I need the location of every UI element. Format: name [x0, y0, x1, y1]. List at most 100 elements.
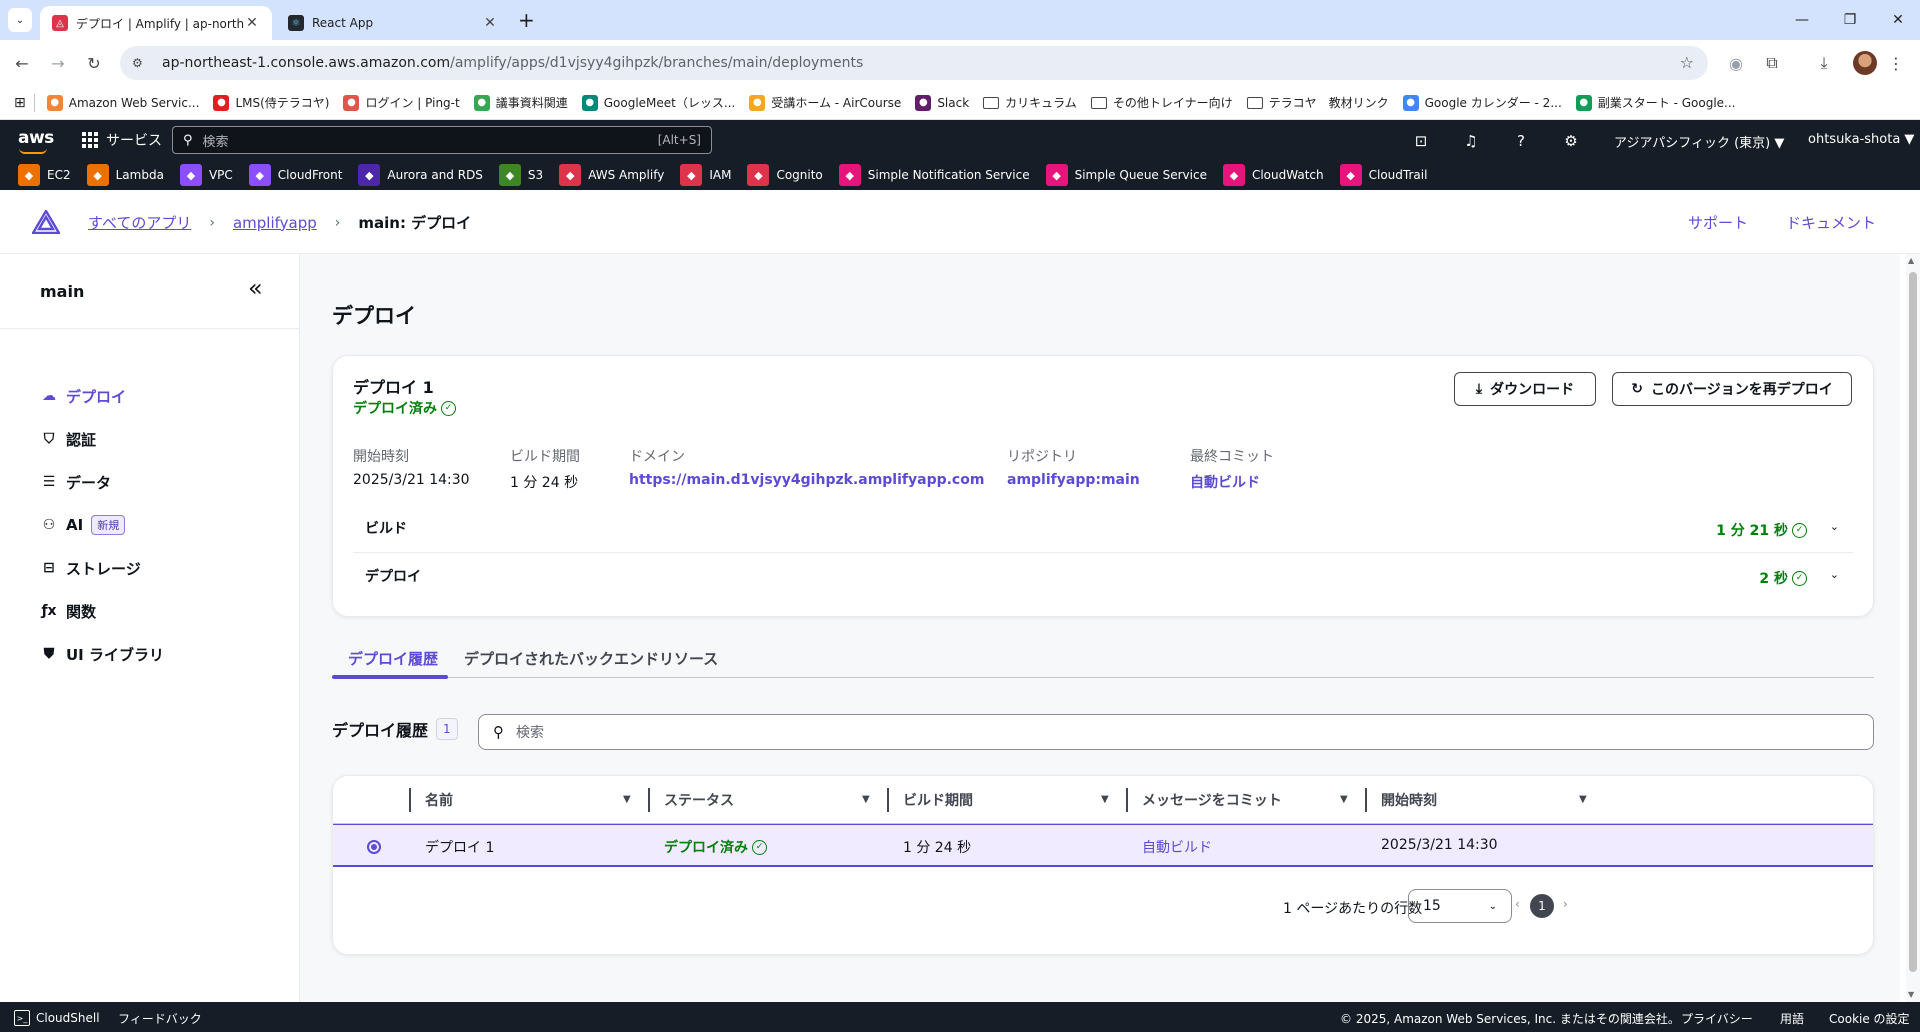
terms-link[interactable]: 用語	[1780, 1010, 1804, 1027]
sort-icon[interactable]: ▼	[1579, 794, 1587, 805]
bookmark-folder[interactable]: テラコヤ 教材リンク	[1246, 94, 1389, 111]
tab-deployment-history[interactable]: デプロイ履歴	[348, 648, 438, 669]
cloudshell-button[interactable]: >_ CloudShell	[14, 1010, 100, 1026]
favorite-service-cloudtrail[interactable]: ◆ CloudTrail	[1339, 164, 1427, 186]
close-tab-icon[interactable]: ✕	[244, 15, 260, 31]
download-button[interactable]: ⤓ ダウンロード	[1454, 372, 1596, 406]
column-header-name[interactable]: 名前	[425, 790, 453, 810]
support-link[interactable]: サポート	[1688, 212, 1748, 233]
row-select-radio[interactable]	[367, 840, 381, 854]
apps-grid-icon[interactable]: ⊞	[14, 95, 26, 111]
cell-commit-link[interactable]: 自動ビルド	[1142, 837, 1212, 857]
favorite-service-cloudfront[interactable]: ◆ CloudFront	[248, 164, 342, 186]
breadcrumb-all-apps[interactable]: すべてのアプリ	[88, 212, 191, 233]
profile-avatar[interactable]	[1853, 51, 1877, 75]
sort-icon[interactable]: ▼	[623, 794, 631, 805]
column-header-build-duration[interactable]: ビルド期間	[903, 790, 973, 810]
notifications-bell-icon[interactable]: ♫	[1460, 130, 1482, 152]
bookmark-folder[interactable]: その他トレイナー向け	[1090, 94, 1233, 111]
account-menu[interactable]: ohtsuka-shota ▼	[1808, 132, 1914, 147]
help-icon[interactable]: ?	[1510, 130, 1532, 152]
aws-search-input[interactable]: ⚲ 検索 [Alt+S]	[172, 126, 712, 154]
address-bar[interactable]: ⚙ ap-northeast-1.console.aws.amazon.com /…	[120, 46, 1708, 80]
close-window-button[interactable]: ✕	[1876, 0, 1920, 40]
redeploy-button[interactable]: ↻ このバージョンを再デプロイ	[1612, 372, 1852, 406]
favorite-service-cloudwatch[interactable]: ◆ CloudWatch	[1222, 164, 1324, 186]
field-value-link[interactable]: amplifyapp:main	[1007, 472, 1140, 488]
feedback-link[interactable]: フィードバック	[118, 1010, 202, 1027]
bookmark-item[interactable]: ● ログイン | Ping-t	[343, 94, 460, 111]
camera-icon[interactable]: ◉	[1724, 51, 1748, 75]
favorite-service-iam[interactable]: ◆ IAM	[680, 164, 731, 186]
build-step-row[interactable]: ビルド 1 分 21 秒 ✓ ⌄	[353, 506, 1853, 553]
bookmark-item[interactable]: ● 受講ホーム - AirCourse	[749, 94, 901, 111]
browser-tab-amplify[interactable]: ◬ デプロイ | Amplify | ap-northeast-1 ✕	[40, 6, 272, 40]
bookmark-item[interactable]: ● GoogleMeet（レッス...	[581, 94, 735, 111]
column-header-start-time[interactable]: 開始時刻	[1381, 790, 1437, 810]
region-selector[interactable]: アジアパシフィック (東京) ▼	[1614, 132, 1784, 151]
deploy-step-row[interactable]: デプロイ 2 秒 ✓ ⌄	[353, 554, 1853, 601]
extensions-icon[interactable]: ⧉	[1760, 51, 1784, 75]
favorite-service-ec2[interactable]: ◆ EC2	[18, 164, 71, 186]
new-tab-button[interactable]: +	[518, 8, 535, 32]
bookmark-item[interactable]: ● Google カレンダー - 2...	[1402, 94, 1562, 111]
next-page-icon[interactable]: ›	[1563, 897, 1568, 911]
field-value-link[interactable]: 自動ビルド	[1190, 472, 1274, 492]
breadcrumb-app[interactable]: amplifyapp	[233, 214, 317, 232]
tab-backend-resources[interactable]: デプロイされたバックエンドリソース	[464, 648, 718, 669]
rows-per-page-select[interactable]: 15 ⌄	[1408, 889, 1512, 923]
sort-icon[interactable]: ▼	[862, 794, 870, 805]
sidebar-item-function[interactable]: ƒx 関数	[40, 599, 96, 623]
bookmark-item[interactable]: ● Slack	[915, 94, 969, 111]
favorite-service-lambda[interactable]: ◆ Lambda	[86, 164, 164, 186]
aws-logo[interactable]: aws	[18, 128, 54, 154]
column-header-status[interactable]: ステータス	[664, 790, 734, 810]
bookmark-folder[interactable]: カリキュラム	[983, 94, 1077, 111]
sidebar-item-brain[interactable]: ⚇ AI 新規	[40, 513, 126, 537]
favorite-service-cognito[interactable]: ◆ Cognito	[747, 164, 823, 186]
sidebar-item-ui-library[interactable]: ⛊ UI ライブラリ	[40, 642, 164, 666]
favorite-service-aurora-and-rds[interactable]: ◆ Aurora and RDS	[358, 164, 483, 186]
favorite-service-vpc[interactable]: ◆ VPC	[179, 164, 233, 186]
download-icon[interactable]: ⤓	[1812, 51, 1836, 75]
history-search-input[interactable]: ⚲ 検索	[478, 714, 1874, 750]
sort-icon[interactable]: ▼	[1101, 794, 1109, 805]
bookmark-item[interactable]: ● 副業スタート - Google...	[1575, 94, 1736, 111]
favorite-service-s3[interactable]: ◆ S3	[498, 164, 543, 186]
bookmark-item[interactable]: ● Amazon Web Servic...	[46, 94, 199, 111]
sidebar-item-shield[interactable]: ⛉ 認証	[40, 427, 96, 451]
table-row[interactable]: デプロイ 1 デプロイ済み ✓ 1 分 24 秒 自動ビルド 2025/3/21 …	[333, 824, 1873, 867]
privacy-link[interactable]: プライバシー	[1681, 1010, 1753, 1027]
prev-page-icon[interactable]: ‹	[1515, 897, 1520, 911]
favorite-service-simple-notification-service[interactable]: ◆ Simple Notification Service	[838, 164, 1030, 186]
browser-tab-react[interactable]: ⚛ React App ✕	[276, 6, 510, 40]
sidebar-item-database[interactable]: ☰ データ	[40, 470, 111, 494]
reload-icon[interactable]: ↻	[82, 51, 106, 75]
settings-gear-icon[interactable]: ⚙	[1560, 130, 1582, 152]
bookmark-item[interactable]: ● LMS(侍テラコヤ)	[213, 94, 329, 111]
current-page-button[interactable]: 1	[1530, 894, 1554, 918]
services-menu-button[interactable]: サービス	[82, 130, 162, 150]
forward-icon[interactable]: →	[46, 51, 70, 75]
cloudshell-icon[interactable]: ⊡	[1410, 130, 1432, 152]
menu-kebab-icon[interactable]: ⋮	[1884, 51, 1908, 75]
site-info-icon[interactable]: ⚙	[132, 56, 152, 70]
sidebar-item-cloud[interactable]: ☁ デプロイ	[40, 384, 126, 408]
bookmark-item[interactable]: ● 議事資料関連	[473, 94, 568, 111]
favorite-service-simple-queue-service[interactable]: ◆ Simple Queue Service	[1045, 164, 1207, 186]
minimize-button[interactable]: —	[1780, 0, 1824, 40]
cookie-settings-link[interactable]: Cookie の設定	[1829, 1010, 1910, 1027]
sidebar-item-storage[interactable]: ⊟ ストレージ	[40, 556, 141, 580]
amplify-logo-icon[interactable]	[32, 210, 60, 234]
page-scrollbar[interactable]: ▲ ▼	[1906, 254, 1920, 1002]
close-tab-icon[interactable]: ✕	[482, 15, 498, 31]
favorite-service-aws-amplify[interactable]: ◆ AWS Amplify	[559, 164, 664, 186]
field-value-link[interactable]: https://main.d1vjsyy4gihpzk.amplifyapp.c…	[629, 472, 984, 488]
back-icon[interactable]: ←	[10, 51, 34, 75]
sort-icon[interactable]: ▼	[1340, 794, 1348, 805]
column-header-commit-message[interactable]: メッセージをコミット	[1142, 790, 1282, 810]
documentation-link[interactable]: ドキュメント	[1786, 212, 1876, 233]
bookmark-star-icon[interactable]: ☆	[1680, 53, 1694, 72]
collapse-sidebar-icon[interactable]: «	[248, 276, 263, 300]
restore-button[interactable]: ❐	[1828, 0, 1872, 40]
